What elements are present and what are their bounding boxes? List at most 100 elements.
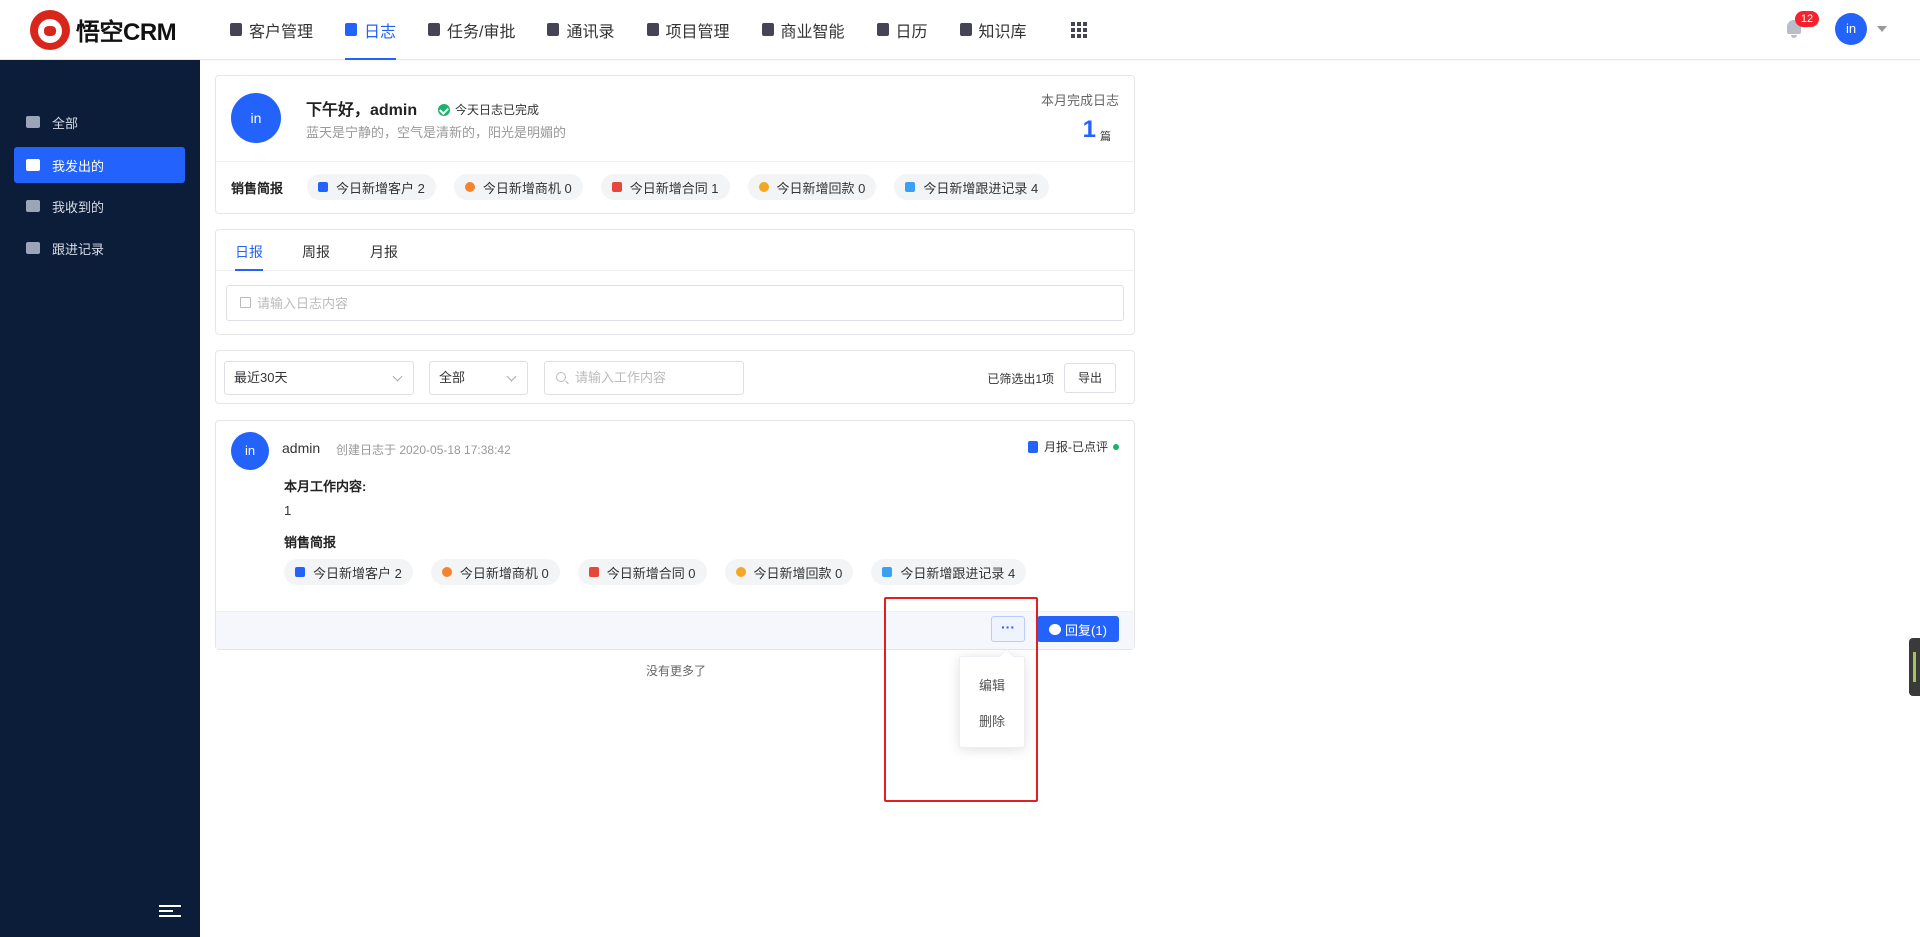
brief-title: 销售简报 (284, 535, 337, 550)
work-search (544, 361, 744, 395)
chevron-down-icon (392, 371, 403, 382)
log-created-time: 创建日志于 2020-05-18 17:38:42 (336, 443, 511, 457)
chip-new-payments[interactable]: 今日新增回款 0 (747, 174, 877, 200)
nav-label: 日志 (364, 23, 397, 41)
customer-icon (295, 567, 305, 577)
nav-label: 日历 (895, 23, 928, 41)
chip-label: 今日新增客户 2 (336, 180, 425, 196)
reply-button[interactable]: 回复(1) (1037, 616, 1119, 642)
summary-card: in 下午好，admin 今天日志已完成 蓝天是宁静的，空气是清新的，阳光是明媚… (215, 75, 1135, 214)
avatar: in (231, 93, 281, 143)
nav-item-bi[interactable]: 商业智能 (746, 0, 861, 60)
chip-new-followups[interactable]: 今日新增跟进记录 4 (871, 559, 1027, 585)
chip-label: 今日新增回款 0 (776, 180, 866, 196)
greeting: 下午好，admin (306, 102, 418, 119)
chip-new-customers[interactable]: 今日新增客户 2 (307, 174, 436, 200)
chip-new-payments[interactable]: 今日新增回款 0 (724, 559, 854, 585)
briefcase-icon (428, 23, 441, 36)
summary-chips: 今日新增客户 2 今日新增商机 0 今日新增合同 1 今日新增回款 0 今日新增… (307, 174, 1067, 200)
log-author: admin (282, 440, 321, 456)
chip-label: 今日新增商机 0 (459, 565, 549, 581)
nav-item-contacts[interactable]: 通讯录 (531, 0, 630, 60)
chip-label: 今日新增回款 0 (753, 565, 843, 581)
log-content-input[interactable] (226, 285, 1124, 321)
building-icon (230, 23, 242, 36)
date-range-value: 最近30天 (234, 370, 288, 385)
tab-daily[interactable]: 日报 (235, 242, 263, 271)
log-content: 1 (284, 503, 292, 518)
contract-icon (588, 567, 599, 577)
nav-item-calendar[interactable]: 日历 (861, 0, 944, 60)
nav-item-projects[interactable]: 项目管理 (631, 0, 746, 60)
sidebar-item-sent[interactable]: 我发出的 (14, 147, 185, 183)
chip-new-contracts[interactable]: 今日新增合同 1 (600, 174, 730, 200)
logo-text: 悟空CRM (76, 19, 177, 46)
avatar: in (231, 432, 269, 470)
chip-label: 今日新增商机 0 (482, 180, 572, 196)
followup-icon (905, 182, 916, 192)
user-avatar[interactable]: in (1835, 13, 1867, 45)
log-type-tag: 月报-已点评 (1028, 438, 1119, 455)
log-icon (345, 23, 358, 36)
reply-label: 回复(1) (1065, 622, 1107, 638)
chip-new-opportunities[interactable]: 今日新增商机 0 (430, 559, 560, 585)
side-panel-handle[interactable] (1909, 638, 1920, 696)
list-end-text: 没有更多了 (646, 664, 707, 678)
opportunity-icon (464, 182, 475, 192)
calendar-icon (876, 23, 889, 36)
nav-label: 项目管理 (665, 23, 730, 41)
chip-label: 今日新增客户 2 (313, 565, 402, 581)
top-navbar: 悟空CRM 客户管理 日志 任务/审批 通讯录 项目管理 商业智能 日历 知识库 (0, 0, 1920, 60)
opportunity-icon (441, 567, 452, 577)
filter-bar: 最近30天 全部 已筛选出1项 导出 (215, 350, 1135, 404)
project-icon (646, 23, 659, 36)
contract-icon (611, 182, 622, 192)
notification-badge: 12 (1795, 11, 1819, 27)
nav-label: 任务/审批 (447, 23, 516, 41)
app-logo[interactable]: 悟空CRM (30, 9, 200, 50)
export-button[interactable]: 导出 (1064, 363, 1116, 393)
nav-item-apps[interactable] (1043, 0, 1103, 60)
log-editor-card: 日报 周报 月报 (215, 229, 1135, 335)
scope-value: 全部 (439, 370, 466, 385)
nav-item-customers[interactable]: 客户管理 (214, 0, 329, 60)
chip-label: 今日新增合同 1 (629, 180, 719, 196)
sidebar-item-label: 跟进记录 (52, 241, 105, 257)
report-tabs: 日报 周报 月报 (216, 230, 1134, 271)
nav-label: 知识库 (978, 23, 1027, 41)
nav-item-knowledge[interactable]: 知识库 (944, 0, 1043, 60)
check-circle-icon (438, 103, 450, 116)
mail-icon (26, 200, 40, 212)
book-icon (959, 23, 972, 36)
status-dot-icon (1113, 443, 1119, 450)
annotation-highlight-box (884, 597, 1038, 802)
sidebar-item-received[interactable]: 我收到的 (14, 188, 185, 224)
chip-new-followups[interactable]: 今日新增跟进记录 4 (894, 174, 1050, 200)
collapse-sidebar-icon[interactable] (159, 905, 181, 919)
work-search-input[interactable] (575, 362, 735, 392)
comment-icon (1049, 623, 1062, 635)
chip-new-contracts[interactable]: 今日新增合同 0 (577, 559, 707, 585)
date-range-select[interactable]: 最近30天 (224, 361, 414, 395)
edit-icon (240, 297, 251, 308)
sidebar-item-followups[interactable]: 跟进记录 (14, 230, 185, 266)
scope-select[interactable]: 全部 (429, 361, 528, 395)
log-status-text: 今天日志已完成 (455, 103, 540, 117)
caret-down-icon[interactable] (1877, 26, 1887, 32)
chip-new-opportunities[interactable]: 今日新增商机 0 (453, 174, 583, 200)
sidebar-item-all[interactable]: 全部 (14, 104, 185, 140)
tab-weekly[interactable]: 周报 (302, 242, 330, 271)
chip-label: 今日新增跟进记录 4 (923, 180, 1039, 196)
payment-icon (758, 182, 769, 192)
nav-item-log[interactable]: 日志 (329, 0, 412, 60)
nav-item-tasks[interactable]: 任务/审批 (412, 0, 531, 60)
chip-label: 今日新增合同 0 (606, 565, 696, 581)
chip-new-customers[interactable]: 今日新增客户 2 (284, 559, 413, 585)
month-log-unit: 篇 (1100, 131, 1111, 143)
nav-label: 商业智能 (780, 23, 845, 41)
tab-monthly[interactable]: 月报 (370, 242, 398, 271)
sidebar-item-label: 全部 (52, 115, 79, 131)
main-nav: 客户管理 日志 任务/审批 通讯录 项目管理 商业智能 日历 知识库 (214, 0, 1103, 60)
filter-count: 已筛选出1项 (987, 372, 1054, 386)
chip-label: 今日新增跟进记录 4 (900, 565, 1016, 581)
